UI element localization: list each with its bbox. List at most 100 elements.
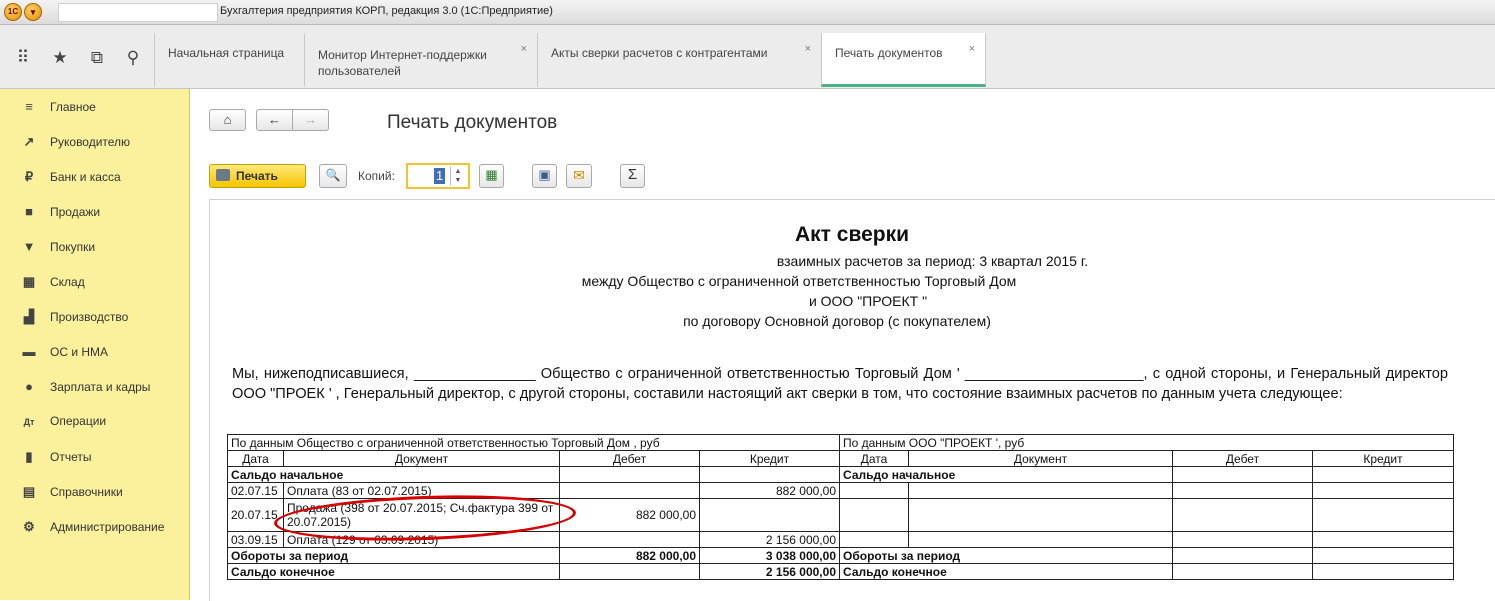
print-settings-button[interactable]: ▦ (479, 164, 504, 188)
table-cell (1172, 563, 1313, 580)
copies-input[interactable]: 1 ▲ ▼ (406, 163, 470, 189)
sidebar-item-label: Продажи (50, 205, 101, 219)
sidebar-item-manager[interactable]: ↗ Руководителю (20, 134, 131, 154)
opening-balance-label: Сальдо начальное (227, 466, 560, 483)
page-title: Печать документов (387, 112, 558, 133)
email-button[interactable]: ✉ (566, 164, 592, 188)
copies-stepper[interactable]: ▲ ▼ (450, 167, 465, 185)
person-icon: ● (25, 379, 33, 394)
back-button[interactable]: ← (256, 109, 293, 131)
history-icon[interactable]: ⧉ (85, 46, 109, 70)
sum-button[interactable]: Σ (620, 164, 645, 188)
table-cell (839, 482, 909, 499)
table-cell (1312, 498, 1454, 532)
favorites-star-icon[interactable]: ★ (48, 46, 72, 70)
sidebar-item-operations[interactable]: Дт Операции (20, 414, 107, 434)
table-cell (1172, 498, 1313, 532)
closing-row: Сальдо конечное 2 156 000,00 Сальдо коне… (227, 563, 1454, 580)
closing-balance-label: Сальдо конечное (227, 563, 560, 580)
row-credit (699, 498, 840, 532)
sidebar-item-production[interactable]: ▟ Производство (20, 309, 128, 329)
apps-grid-icon[interactable]: ⠿ (11, 46, 35, 70)
document-subtitle-parties: между Общество с ограниченной ответствен… (581, 273, 1017, 289)
sidebar-item-payroll[interactable]: ● Зарплата и кадры (20, 379, 150, 399)
sidebar-item-bank[interactable]: ₽ Банк и касса (20, 169, 121, 189)
window-title: Бухгалтерия предприятия КОРП, редакция 3… (220, 5, 553, 17)
tab-label: Печать документов (835, 46, 943, 60)
table-cell (1312, 466, 1454, 483)
table-cell (1312, 547, 1454, 564)
sidebar-item-label: Производство (50, 310, 129, 324)
ruble-icon: ₽ (24, 169, 34, 184)
document-paragraph: Мы, нижеподписавшиеся, _______________ О… (232, 366, 1448, 402)
table-cell (839, 498, 909, 532)
sidebar-item-label: Операции (50, 414, 107, 428)
sidebar-item-label: Зарплата и кадры (50, 380, 151, 394)
column-header: Дебет (559, 450, 700, 467)
table-cell (839, 531, 909, 548)
copies-value: 1 (434, 168, 446, 184)
sidebar-item-administration[interactable]: ⚙ Администрирование (20, 519, 164, 539)
row-date: 02.07.15 (227, 482, 284, 499)
row-debit (559, 482, 700, 499)
column-header: Кредит (699, 450, 840, 467)
print-button[interactable]: Печать (209, 164, 306, 188)
main-menu-icon[interactable]: ▾ (24, 3, 42, 21)
title-search-field[interactable] (58, 3, 218, 22)
close-icon[interactable]: × (805, 41, 811, 57)
tab-print-documents[interactable]: Печать документов × (821, 33, 986, 87)
row-debit (559, 531, 700, 548)
sidebar-item-catalogs[interactable]: ▤ Справочники (20, 484, 123, 504)
left-party-header: По данным Общество с ограниченной ответс… (227, 434, 840, 451)
table-cell (1172, 466, 1313, 483)
sidebar-item-reports[interactable]: ▮ Отчеты (20, 449, 91, 469)
tab-label: Начальная страница (168, 46, 285, 60)
sidebar-item-label: Банк и касса (50, 170, 121, 184)
column-header: Дата (839, 450, 909, 467)
tab-label: Монитор Интернет-поддержки пользователей (318, 48, 487, 78)
close-icon[interactable]: × (969, 41, 975, 57)
tab-support-monitor[interactable]: Монитор Интернет-поддержки пользователей… (304, 33, 537, 87)
search-icon[interactable]: ⚲ (121, 46, 145, 70)
debit-credit-icon: Дт (23, 417, 35, 427)
sidebar-item-label: Главное (50, 100, 96, 114)
closing-balance-label-right: Сальдо конечное (839, 563, 1173, 580)
sidebar-item-label: Администрирование (50, 520, 165, 534)
sidebar-item-purchases[interactable]: ▼ Покупки (20, 239, 96, 259)
tab-reconciliation-acts[interactable]: Акты сверки расчетов с контрагентами × (537, 33, 821, 87)
table-cell (1312, 482, 1454, 499)
gear-icon: ⚙ (23, 519, 35, 534)
document-subtitle-period: взаимных расчетов за период: 3 квартал 2… (776, 253, 1089, 269)
row-debit: 882 000,00 (559, 498, 700, 532)
save-button[interactable]: ▣ (532, 164, 557, 188)
table-cell (908, 531, 1173, 548)
home-button[interactable]: ⌂ (209, 109, 246, 131)
sidebar-item-warehouse[interactable]: ▦ Склад (20, 274, 85, 294)
document-subtitle-counterparty: и ООО "ПРОЕКТ " (808, 293, 928, 309)
sidebar-item-label: Склад (50, 275, 85, 289)
sidebar-item-label: ОС и НМА (50, 345, 109, 359)
column-header: Кредит (1312, 450, 1454, 467)
sidebar-item-sales[interactable]: ■ Продажи (20, 204, 100, 224)
table-cell (908, 498, 1173, 532)
table-cell (908, 482, 1173, 499)
truck-icon: ▬ (22, 344, 36, 359)
tab-label: Акты сверки расчетов с контрагентами (551, 46, 768, 60)
menu-icon: ≡ (25, 99, 33, 114)
turnover-debit: 882 000,00 (559, 547, 700, 564)
app-logo-icon[interactable]: 1С (4, 3, 22, 21)
sidebar-item-main[interactable]: ≡ Главное (20, 99, 96, 119)
closing-credit: 2 156 000,00 (699, 563, 840, 580)
column-header: Документ (908, 450, 1173, 467)
tab-home[interactable]: Начальная страница (154, 33, 304, 87)
table-cell (699, 466, 840, 483)
forward-button[interactable]: → (292, 109, 329, 131)
close-icon[interactable]: × (521, 41, 527, 57)
preview-magnifier-button[interactable]: 🔍 (319, 164, 347, 188)
printer-icon (216, 169, 230, 181)
sidebar-item-fixed-assets[interactable]: ▬ ОС и НМА (20, 344, 109, 364)
right-party-header: По данным ООО "ПРОЕКТ ', руб (839, 434, 1454, 451)
book-icon: ▤ (22, 484, 36, 499)
table-cell (1172, 482, 1313, 499)
sidebar-item-label: Справочники (50, 485, 123, 499)
